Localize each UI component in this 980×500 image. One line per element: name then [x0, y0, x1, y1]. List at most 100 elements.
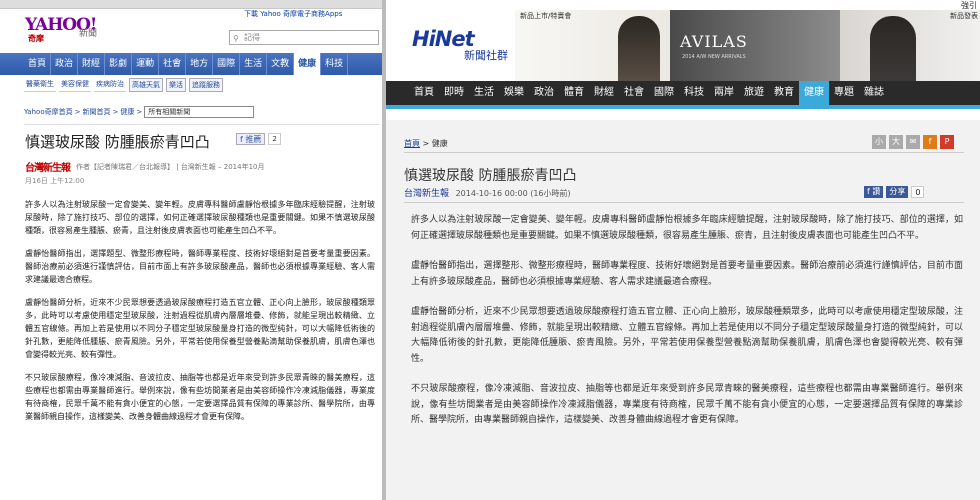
- yahoo-subnav-item[interactable]: 高雄天氣: [129, 78, 163, 92]
- yahoo-nav-tab[interactable]: 生活: [240, 53, 268, 75]
- yahoo-subnav-item[interactable]: 樂活: [166, 78, 186, 92]
- yahoo-nav-tab[interactable]: 社會: [159, 53, 187, 75]
- yahoo-nav-tab[interactable]: 文教: [267, 53, 295, 75]
- article-paragraph: 盧靜怡醫師指出，選擇整形、微整形療程時，醫師專業程度、技術好壞絕對是首要考量重要…: [411, 261, 963, 287]
- ad-model-image: [870, 16, 916, 81]
- article-paragraph: 盧靜怡醫師指出，選擇題型、微整形療程時，醫師專業程度、技術好壞絕對是首要考量重要…: [25, 249, 375, 284]
- banner-ad[interactable]: 新品上市/特賣會 AVILAS 2014 A/W NEW ARRIVALS 新品…: [515, 10, 980, 81]
- breadcrumb-news[interactable]: 新聞首頁: [82, 107, 110, 117]
- hinet-nav-tab[interactable]: 雜誌: [859, 81, 889, 105]
- hinet-nav-tab[interactable]: 健康: [799, 81, 829, 105]
- yahoo-breadcrumb: Yahoo奇摩首頁 > 新聞首頁 > 健康 > 所有相關新聞: [24, 106, 255, 118]
- yahoo-nav-tab[interactable]: 國際: [213, 53, 241, 75]
- yahoo-sub-nav: 醫藥衛生 美容保健 疾病防治 高雄天氣 樂活 追蹤服務: [24, 78, 223, 92]
- ad-panel-right[interactable]: 新品發表: [840, 10, 980, 81]
- article-paragraph: 盧靜怡醫師分析，近來不少民眾想要透過玻尿酸療程打造五官立體、正心向上臉形，玻尿酸…: [25, 298, 375, 359]
- yahoo-nav-tab[interactable]: 地方: [186, 53, 214, 75]
- yahoo-nav-bar: 首頁 政治 財經 影劇 運動 社會 地方 國際 生活 文教 健康 科技: [0, 53, 382, 75]
- hinet-nav-tab[interactable]: 體育: [559, 81, 589, 105]
- hinet-nav-tab[interactable]: 首頁: [409, 81, 439, 105]
- yahoo-subnav-item[interactable]: 追蹤服務: [189, 78, 223, 92]
- font-small-icon[interactable]: 小: [872, 135, 886, 149]
- breadcrumb-sep: >: [136, 108, 143, 116]
- yahoo-app-download-link[interactable]: 下載 Yahoo 奇摩電子商務Apps: [244, 9, 342, 19]
- breadcrumb-sep: >: [422, 139, 430, 148]
- yahoo-top-bar: [0, 0, 382, 9]
- ad-left-text: 新品上市/特賣會: [520, 12, 572, 20]
- breadcrumb-home[interactable]: 首頁: [404, 139, 420, 148]
- hinet-subtitle: 新聞社群: [464, 49, 508, 62]
- hinet-nav-tab[interactable]: 國際: [649, 81, 679, 105]
- ad-brand-name: AVILAS: [680, 32, 748, 51]
- yahoo-search-placeholder: 記得: [244, 33, 260, 42]
- hinet-nav-tab[interactable]: 社會: [619, 81, 649, 105]
- article-body: 許多人以為注射玻尿酸一定會變美、變年輕。皮膚專科醫師盧靜怡根據多年臨床經驗提醒，…: [25, 198, 375, 433]
- hinet-nav-tab[interactable]: 財經: [589, 81, 619, 105]
- breadcrumb-health[interactable]: 健康: [120, 107, 134, 117]
- hinet-nav-tab[interactable]: 即時: [439, 81, 469, 105]
- breadcrumb-sep: >: [74, 108, 81, 116]
- article-paragraph: 許多人以為注射玻尿酸一定會變美、變年輕。皮膚專科醫師盧靜怡根據多年臨床經驗提醒，…: [411, 215, 963, 241]
- article-source: 台灣新生報 作者【記者陳瑞君／台北報導】 | 台灣新生報 – 2014年10月: [25, 159, 265, 175]
- yahoo-subnav-item[interactable]: 疾病防治: [94, 78, 126, 92]
- hinet-news-page: HiNet 新聞社群 新品上市/特賣會 AVILAS 2014 A/W NEW …: [386, 0, 980, 500]
- yahoo-subnav-item[interactable]: 醫藥衛生: [24, 78, 56, 92]
- article-body: 許多人以為注射玻尿酸一定會變美、變年輕。皮膚專科醫師盧靜怡根據多年臨床經驗提醒，…: [411, 213, 963, 444]
- divider: [404, 152, 964, 153]
- yahoo-nav-tab[interactable]: 財經: [78, 53, 106, 75]
- source-meta: 作者【記者陳瑞君／台北報導】 | 台灣新生報 – 2014年10月: [76, 162, 265, 171]
- screenshot: YAHOO! 奇摩 新聞 下載 Yahoo 奇摩電子商務Apps ⚲ 記得 首頁…: [0, 0, 980, 500]
- hinet-nav-tab[interactable]: 科技: [679, 81, 709, 105]
- divider: [24, 124, 379, 125]
- article-meta: 2014-10-16 00:00 (16小時前): [455, 189, 571, 198]
- ad-panel-left[interactable]: 新品上市/特賣會: [515, 10, 670, 81]
- breadcrumb-sep: >: [112, 108, 119, 116]
- ad-right-text: 新品發表: [950, 12, 978, 20]
- facebook-recommend-button[interactable]: f 推薦: [236, 133, 266, 145]
- hinet-nav-tab[interactable]: 旅遊: [739, 81, 769, 105]
- email-icon[interactable]: ✉: [906, 135, 920, 149]
- ad-model-image: [618, 16, 660, 81]
- share-count: 0: [911, 186, 925, 198]
- article-date: 月16日 上午12:00: [25, 177, 85, 185]
- plurk-icon[interactable]: P: [940, 135, 954, 149]
- share-box: f 讚 分享 0: [864, 186, 925, 198]
- hinet-nav-tab[interactable]: 政治: [529, 81, 559, 105]
- hinet-nav-tab[interactable]: 教育: [769, 81, 799, 105]
- yahoo-subnav-item[interactable]: 美容保健: [59, 78, 91, 92]
- hinet-nav-tab[interactable]: 兩岸: [709, 81, 739, 105]
- hinet-nav-tab[interactable]: 娛樂: [499, 81, 529, 105]
- yahoo-nav-tab[interactable]: 政治: [51, 53, 79, 75]
- article-paragraph: 不只玻尿酸療程，像冷凍減脂、音波拉皮、抽脂等也都是近年來受到許多民眾青睞的醫美療…: [25, 373, 375, 421]
- source-link[interactable]: 台灣新生報: [404, 189, 449, 199]
- article-paragraph: 盧靜怡醫師分析，近來不少民眾想要透過玻尿酸療程打造五官立體、正心向上臉形，玻尿酸…: [411, 307, 963, 364]
- breadcrumb-current: 健康: [431, 139, 448, 148]
- ad-panel-brand[interactable]: AVILAS 2014 A/W NEW ARRIVALS: [670, 10, 840, 81]
- nav-accent-bar: [386, 105, 980, 109]
- ad-brand-sub: 2014 A/W NEW ARRIVALS: [682, 54, 746, 60]
- article-paragraph: 不只玻尿酸療程，像冷凍減脂、音波拉皮、抽脂等也都是近年來受到許多民眾青睞的醫美療…: [411, 384, 963, 425]
- breadcrumb-home[interactable]: Yahoo奇摩首頁: [24, 107, 73, 117]
- yahoo-nav-tab[interactable]: 健康: [294, 53, 322, 75]
- yahoo-header: YAHOO! 奇摩 新聞 下載 Yahoo 奇摩電子商務Apps ⚲ 記得: [0, 9, 382, 53]
- facebook-share-button[interactable]: 分享: [886, 186, 909, 198]
- article-paragraph: 許多人以為注射玻尿酸一定會變美、變年輕。皮膚專科醫師盧靜怡根據多年臨床經驗提醒，…: [25, 200, 375, 235]
- yahoo-nav-tab[interactable]: 科技: [321, 53, 349, 75]
- facebook-icon[interactable]: f: [923, 135, 937, 149]
- yahoo-nav-tab[interactable]: 運動: [132, 53, 160, 75]
- related-news-select[interactable]: 所有相關新聞: [144, 106, 255, 118]
- yahoo-section-label[interactable]: 新聞: [79, 26, 97, 39]
- font-large-icon[interactable]: 大: [889, 135, 903, 149]
- yahoo-nav-tab[interactable]: 首頁: [24, 53, 52, 75]
- yahoo-search-input[interactable]: ⚲ 記得: [229, 30, 379, 45]
- hinet-nav-tab[interactable]: 生活: [469, 81, 499, 105]
- hinet-header: HiNet 新聞社群 新品上市/特賣會 AVILAS 2014 A/W NEW …: [386, 0, 980, 81]
- source-logo[interactable]: 台灣新生報: [25, 159, 71, 174]
- share-box: f 推薦 2: [236, 133, 281, 145]
- divider: [404, 202, 964, 203]
- yahoo-news-page: YAHOO! 奇摩 新聞 下載 Yahoo 奇摩電子商務Apps ⚲ 記得 首頁…: [0, 0, 382, 500]
- hinet-nav-tab[interactable]: 專題: [829, 81, 859, 105]
- yahoo-nav-tab[interactable]: 影劇: [105, 53, 133, 75]
- article-source: 台灣新生報 2014-10-16 00:00 (16小時前): [404, 186, 571, 199]
- facebook-like-button[interactable]: f 讚: [864, 186, 884, 198]
